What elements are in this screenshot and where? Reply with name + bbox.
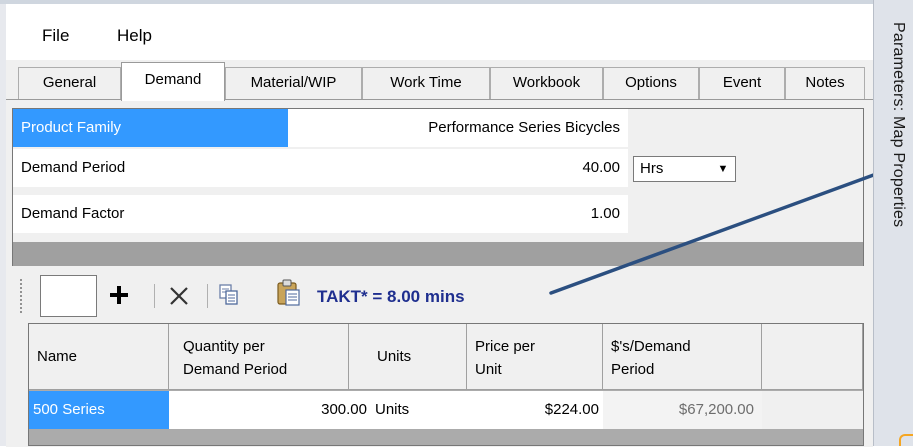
- dropdown-arrow-icon[interactable]: ▼: [714, 160, 732, 178]
- column-header-price-line2: Unit: [475, 361, 502, 378]
- tab-options[interactable]: Options: [603, 67, 699, 99]
- tab-general[interactable]: General: [18, 67, 121, 99]
- column-header-demand-value[interactable]: $'s/Demand Period: [603, 324, 762, 390]
- toolbar-separator: [154, 284, 155, 308]
- row-price-cell[interactable]: $224.00: [467, 391, 603, 429]
- copy-icon[interactable]: [218, 283, 240, 307]
- properties-sidebar[interactable]: Parameters: Map Properties: [873, 0, 913, 446]
- column-header-price[interactable]: Price per Unit: [467, 324, 603, 390]
- menu-help[interactable]: Help: [117, 26, 152, 46]
- column-header-demand-value-line2: Period: [611, 361, 655, 378]
- demand-period-row[interactable]: Demand Period 40.00 Hrs ▼: [13, 149, 863, 187]
- column-header-name-label: Name: [37, 348, 78, 365]
- tab-event[interactable]: Event: [699, 67, 785, 99]
- column-header-units-label: Units: [377, 348, 412, 365]
- row-quantity-cell[interactable]: 300.00: [169, 391, 371, 429]
- product-family-row[interactable]: Product Family Performance Series Bicycl…: [13, 109, 863, 147]
- column-header-name[interactable]: Name: [29, 324, 169, 390]
- toolbar-separator: [207, 284, 208, 308]
- column-header-quantity-line2: Demand Period: [183, 361, 288, 378]
- row-units-cell[interactable]: Units: [371, 391, 467, 429]
- tab-material-wip[interactable]: Material/WIP: [225, 67, 362, 99]
- demand-period-label: Demand Period: [13, 149, 288, 187]
- column-header-price-line1: Price per: [475, 338, 536, 355]
- column-header-quantity[interactable]: Quantity per Demand Period: [169, 324, 349, 390]
- tab-work-time[interactable]: Work Time: [362, 67, 490, 99]
- row-empty-cell: [762, 391, 863, 429]
- row-demand-value-cell: $67,200.00: [603, 391, 762, 429]
- toolbar-input-box[interactable]: [40, 275, 97, 317]
- tab-workbook[interactable]: Workbook: [490, 67, 603, 99]
- sidebar-title[interactable]: Parameters: Map Properties: [885, 22, 907, 227]
- demand-factor-label: Demand Factor: [13, 195, 288, 233]
- product-table: Name Quantity per Demand Period Units Pr…: [28, 323, 864, 446]
- column-header-units[interactable]: Units: [349, 324, 467, 390]
- x-icon[interactable]: [168, 285, 190, 307]
- row-name-cell[interactable]: 500 Series: [29, 391, 169, 429]
- demand-period-value[interactable]: 40.00: [288, 149, 628, 187]
- tab-notes[interactable]: Notes: [785, 67, 865, 99]
- demand-period-unit-cell: Hrs ▼: [628, 149, 863, 187]
- tab-strip: General Demand Material/WIP Work Time Wo…: [6, 60, 873, 101]
- map-properties-window: File Help General Demand Material/WIP Wo…: [0, 0, 913, 447]
- plus-icon[interactable]: [108, 284, 130, 306]
- corner-tab-icon: [899, 434, 913, 446]
- column-header-demand-value-line1: $'s/Demand: [611, 338, 691, 355]
- menu-bar: File Help: [6, 4, 873, 60]
- demand-factor-row[interactable]: Demand Factor 1.00: [13, 195, 863, 233]
- product-family-empty-cell: [628, 109, 863, 147]
- takt-time-label: TAKT* = 8.00 mins: [317, 287, 465, 306]
- demand-property-grid: Product Family Performance Series Bicycl…: [12, 108, 864, 266]
- product-family-value[interactable]: Performance Series Bicycles: [288, 109, 628, 147]
- column-header-empty: [762, 324, 863, 390]
- column-header-quantity-line1: Quantity per: [183, 338, 265, 355]
- demand-factor-value[interactable]: 1.00: [288, 195, 628, 233]
- tab-demand[interactable]: Demand: [121, 62, 225, 101]
- product-family-label: Product Family: [13, 109, 288, 147]
- grid-empty-area: [13, 242, 863, 266]
- menu-file[interactable]: File: [42, 26, 69, 46]
- demand-factor-empty-cell: [628, 195, 863, 233]
- paste-icon[interactable]: [276, 279, 302, 307]
- demand-period-unit-value: Hrs: [640, 160, 664, 177]
- toolbar-grip-icon[interactable]: [19, 278, 23, 314]
- demand-period-unit-dropdown[interactable]: Hrs ▼: [633, 156, 736, 182]
